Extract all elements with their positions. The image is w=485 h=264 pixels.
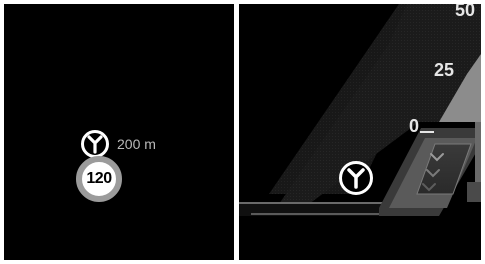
junction-icon bbox=[339, 161, 373, 195]
junction-distance: 200 m bbox=[117, 136, 156, 152]
speed-limit-value: 120 bbox=[86, 170, 112, 187]
panel-divider bbox=[235, 0, 238, 264]
speed-limit-sign: 120 bbox=[76, 156, 122, 202]
speed-tape bbox=[239, 4, 481, 216]
junction-icon bbox=[81, 130, 109, 158]
right-display-panel: 50 25 0 bbox=[239, 4, 481, 260]
speed-tape-label-0: 0 bbox=[409, 116, 420, 136]
speed-tape-label-50: 50 bbox=[455, 4, 476, 20]
speed-tape-label-25: 25 bbox=[434, 60, 455, 80]
left-display-panel: 200 m 120 bbox=[4, 4, 234, 260]
